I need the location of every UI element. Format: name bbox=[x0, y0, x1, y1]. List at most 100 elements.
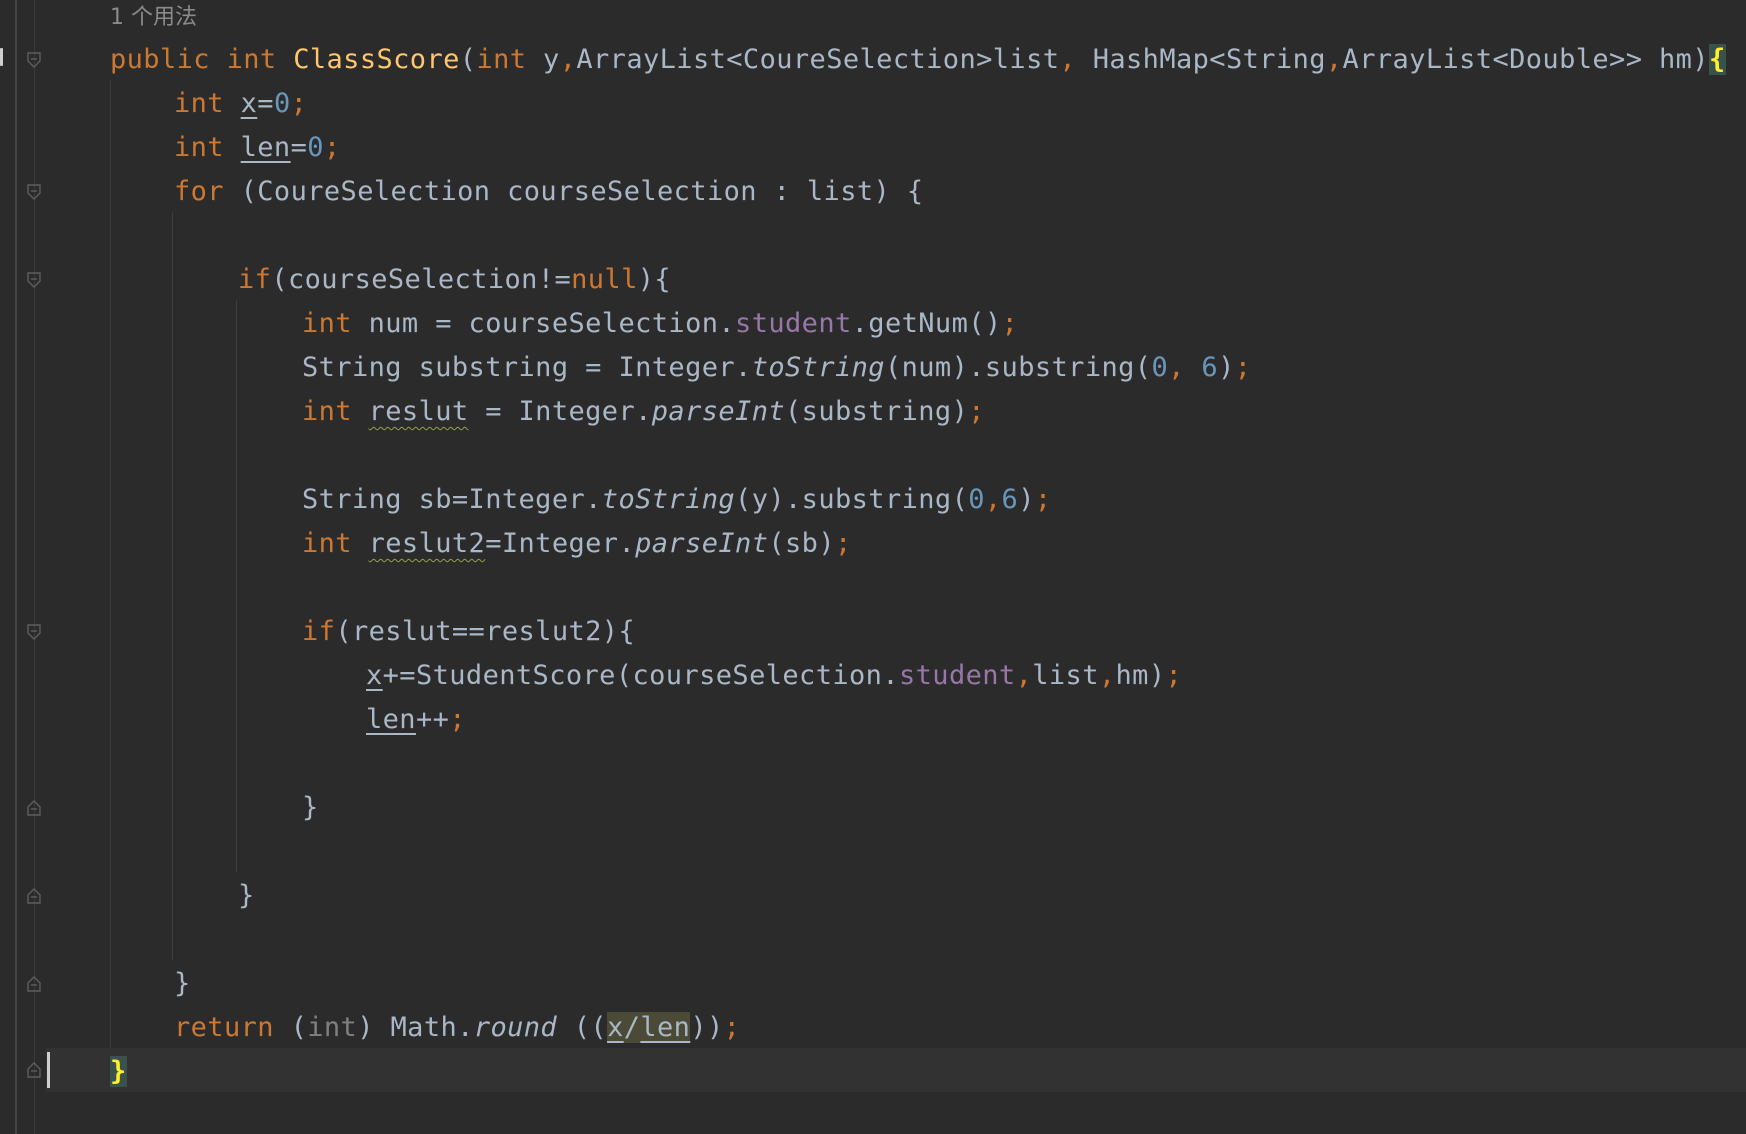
code-token: (sb) bbox=[768, 528, 835, 559]
code-line-current[interactable]: } bbox=[110, 1050, 127, 1094]
variable: x bbox=[607, 1012, 624, 1043]
matched-brace: } bbox=[110, 1056, 127, 1087]
keyword: int bbox=[226, 44, 277, 75]
separator: , bbox=[1015, 660, 1033, 691]
code-line[interactable]: if(courseSelection!=null){ bbox=[238, 258, 671, 302]
code-line[interactable]: } bbox=[174, 962, 191, 1006]
code-line[interactable]: } bbox=[238, 874, 255, 918]
code-line[interactable]: len++; bbox=[366, 698, 466, 742]
keyword: return bbox=[174, 1012, 274, 1043]
code-token: ){ bbox=[637, 264, 672, 295]
warning-variable: reslut2 bbox=[368, 528, 486, 559]
method-name: ClassScore bbox=[293, 44, 460, 75]
code-token: ) bbox=[1218, 352, 1235, 383]
code-line-method-signature[interactable]: public int ClassScore(int y,ArrayList<Co… bbox=[110, 38, 1726, 82]
separator: ; bbox=[1001, 308, 1019, 339]
fold-close-icon[interactable] bbox=[27, 800, 41, 816]
code-token: list bbox=[1032, 660, 1099, 691]
code-line[interactable]: String sb=Integer.toString(y).substring(… bbox=[302, 478, 1052, 522]
code-token: } bbox=[302, 792, 319, 823]
code-token: =Integer. bbox=[485, 528, 636, 559]
number-literal: 0 bbox=[968, 484, 985, 515]
separator: ; bbox=[449, 704, 466, 735]
fold-close-icon[interactable] bbox=[27, 976, 41, 992]
code-token: } bbox=[238, 880, 255, 911]
keyword: int bbox=[174, 88, 224, 119]
separator: ; bbox=[835, 528, 852, 559]
code-line[interactable]: x+=StudentScore(courseSelection.student,… bbox=[366, 654, 1182, 698]
number-literal: 6 bbox=[1001, 484, 1019, 515]
fold-close-icon[interactable] bbox=[27, 1062, 41, 1078]
keyword: int bbox=[302, 308, 352, 339]
separator: , bbox=[984, 484, 1002, 515]
code-line[interactable]: String substring = Integer.toString(num)… bbox=[302, 346, 1251, 390]
keyword: null bbox=[571, 264, 638, 295]
code-line[interactable]: int x=0; bbox=[174, 82, 307, 126]
text-caret bbox=[47, 1052, 50, 1088]
fold-open-icon[interactable] bbox=[27, 272, 41, 288]
keyword: for bbox=[174, 176, 224, 207]
keyword: int bbox=[302, 528, 352, 559]
redundant-cast-keyword: int bbox=[307, 1012, 358, 1043]
keyword: int bbox=[476, 44, 527, 75]
fold-open-icon[interactable] bbox=[27, 52, 41, 68]
static-method: toString bbox=[751, 352, 885, 383]
static-method: round bbox=[473, 1012, 558, 1043]
separator: , bbox=[1098, 660, 1116, 691]
code-line[interactable]: return (int) Math.round ((x/len)); bbox=[174, 1006, 740, 1050]
separator: , bbox=[1059, 44, 1077, 75]
indent-guide bbox=[236, 300, 237, 872]
code-line[interactable]: if(reslut==reslut2){ bbox=[302, 610, 635, 654]
fold-open-icon[interactable] bbox=[27, 624, 41, 640]
code-token: = bbox=[257, 88, 274, 119]
variable: len bbox=[366, 704, 416, 735]
code-token: (reslut==reslut2){ bbox=[335, 616, 636, 647]
matched-brace: { bbox=[1708, 44, 1726, 75]
code-line[interactable]: int reslut2=Integer.parseInt(sb); bbox=[302, 522, 852, 566]
fold-open-icon[interactable] bbox=[27, 184, 41, 200]
usage-hint[interactable]: 1 个用法 bbox=[110, 2, 197, 34]
code-line[interactable]: for (CoureSelection courseSelection : li… bbox=[174, 170, 924, 214]
field-reference: student bbox=[898, 660, 1016, 691]
number-literal: 0 bbox=[1151, 352, 1169, 383]
code-token: String sb=Integer. bbox=[302, 484, 602, 515]
separator: ; bbox=[323, 132, 341, 163]
separator: , bbox=[559, 44, 577, 75]
code-line[interactable]: int reslut = Integer.parseInt(substring)… bbox=[302, 390, 985, 434]
code-line[interactable]: int num = courseSelection.student.getNum… bbox=[302, 302, 1018, 346]
code-token: ++ bbox=[415, 704, 450, 735]
code-token: / bbox=[623, 1012, 641, 1043]
keyword: if bbox=[238, 264, 272, 295]
code-token: ( bbox=[273, 1012, 308, 1043]
code-line[interactable]: } bbox=[302, 786, 319, 830]
breakpoint-marker bbox=[0, 48, 3, 66]
warning-variable: reslut bbox=[368, 396, 469, 427]
separator: , bbox=[1325, 44, 1343, 75]
code-token: num = courseSelection. bbox=[351, 308, 736, 339]
code-token: ( bbox=[459, 44, 477, 75]
code-token: } bbox=[174, 968, 191, 999]
code-token: ) Math. bbox=[357, 1012, 474, 1043]
code-token: (CoureSelection courseSelection : list) … bbox=[223, 176, 924, 207]
code-token: y bbox=[526, 44, 560, 75]
field-reference: student bbox=[735, 308, 852, 339]
keyword: public bbox=[110, 44, 210, 75]
static-method: parseInt bbox=[635, 528, 769, 559]
code-token: (num).substring( bbox=[884, 352, 1152, 383]
code-token: ArrayList<CoureSelection>list bbox=[576, 44, 1060, 75]
separator: , bbox=[1168, 352, 1185, 383]
fold-close-icon[interactable] bbox=[27, 888, 41, 904]
code-line[interactable]: int len=0; bbox=[174, 126, 341, 170]
indent-guide bbox=[110, 80, 111, 1048]
code-token: = Integer. bbox=[468, 396, 652, 427]
variable: len bbox=[240, 132, 291, 163]
change-marker-strip bbox=[15, 0, 17, 1134]
code-editor[interactable]: 1 个用法 public int ClassScore(int y,ArrayL… bbox=[0, 0, 1746, 1134]
code-token: .getNum() bbox=[851, 308, 1002, 339]
code-token: = bbox=[290, 132, 308, 163]
